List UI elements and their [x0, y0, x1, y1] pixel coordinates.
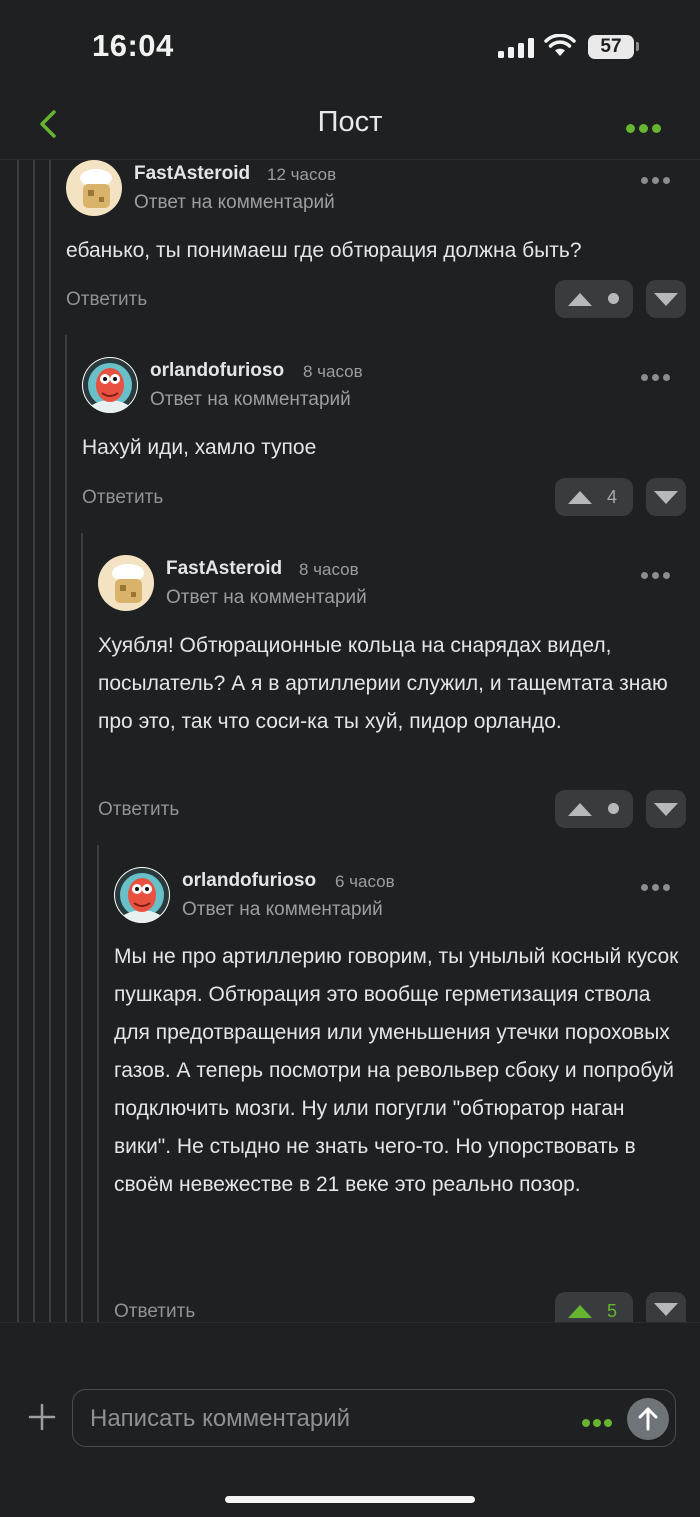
- cellular-signal-icon: [498, 38, 534, 58]
- attach-button[interactable]: [27, 1402, 57, 1437]
- downvote-button[interactable]: [646, 478, 686, 516]
- arrow-up-icon: [568, 803, 592, 816]
- avatar[interactable]: [98, 555, 154, 611]
- send-button[interactable]: [627, 1398, 669, 1440]
- page-title: Пост: [317, 106, 383, 138]
- score: 4: [607, 487, 618, 507]
- composer-more-icon[interactable]: [582, 1414, 615, 1432]
- comment-text: Нахуй иди, хамло тупое: [82, 436, 317, 459]
- composer-divider: [0, 1322, 700, 1323]
- thread-line: [97, 845, 99, 1322]
- comment-text: Хуябля! Обтюрационные кольца на снарядах…: [98, 634, 668, 733]
- comment-text: ебанько, ты понимаеш где обтюрация должн…: [66, 239, 582, 262]
- reply-button[interactable]: Ответить: [66, 289, 147, 311]
- username[interactable]: orlandofurioso: [150, 360, 284, 382]
- score-hidden-dot: [608, 803, 619, 814]
- header-divider: [0, 159, 700, 160]
- reply-to-link[interactable]: Ответ на комментарий: [150, 389, 351, 411]
- arrow-up-icon: [568, 491, 592, 504]
- plus-icon: [28, 1403, 56, 1431]
- reply-to-link[interactable]: Ответ на комментарий: [182, 899, 383, 921]
- thread-line: [49, 160, 51, 1322]
- reply-button[interactable]: Ответить: [114, 1301, 195, 1323]
- comment-input-placeholder: Написать комментарий: [90, 1405, 351, 1432]
- upvote-button[interactable]: 4: [555, 478, 633, 516]
- score-hidden-dot: [608, 293, 619, 304]
- avatar[interactable]: [82, 357, 138, 413]
- arrow-down-icon: [654, 293, 678, 306]
- downvote-button[interactable]: [646, 790, 686, 828]
- reply-button[interactable]: Ответить: [82, 487, 163, 509]
- comment-text: Мы не про артиллерию говорим, ты унылый …: [114, 945, 679, 1196]
- downvote-button[interactable]: [646, 1292, 686, 1322]
- reply-to-link[interactable]: Ответ на комментарий: [166, 587, 367, 609]
- reply-button[interactable]: Ответить: [98, 799, 179, 821]
- home-indicator: [225, 1496, 475, 1503]
- comment-time: 8 часов: [303, 362, 363, 381]
- arrow-up-icon: [568, 1305, 592, 1318]
- comment-more-icon[interactable]: [641, 878, 674, 896]
- arrow-down-icon: [654, 491, 678, 504]
- arrow-down-icon: [654, 1303, 678, 1316]
- comment-more-icon[interactable]: [641, 171, 674, 189]
- more-menu-icon[interactable]: [626, 120, 665, 138]
- downvote-button[interactable]: [646, 280, 686, 318]
- upvote-button[interactable]: 5: [555, 1292, 633, 1322]
- comment-more-icon[interactable]: [641, 566, 674, 584]
- username[interactable]: FastAsteroid: [166, 558, 282, 580]
- arrow-down-icon: [654, 803, 678, 816]
- comment-more-icon[interactable]: [641, 368, 674, 386]
- thread-line: [33, 160, 35, 1322]
- thread-line: [65, 335, 67, 1322]
- reply-to-link[interactable]: Ответ на комментарий: [134, 192, 335, 214]
- comment-time: 6 часов: [335, 872, 395, 891]
- username[interactable]: orlandofurioso: [182, 870, 316, 892]
- upvote-button[interactable]: [555, 280, 633, 318]
- comment-time: 12 часов: [267, 165, 337, 184]
- upvote-button[interactable]: [555, 790, 633, 828]
- wifi-icon: [544, 33, 576, 63]
- thread-line: [81, 533, 83, 1322]
- thread-line: [17, 160, 19, 1322]
- avatar[interactable]: [114, 867, 170, 923]
- avatar[interactable]: [66, 160, 122, 216]
- arrow-up-icon: [638, 1407, 658, 1431]
- battery-tip: [636, 42, 639, 51]
- username[interactable]: FastAsteroid: [134, 163, 250, 185]
- status-time: 16:04: [92, 28, 174, 63]
- comment-time: 8 часов: [299, 560, 359, 579]
- battery-icon: 57: [588, 35, 634, 59]
- arrow-up-icon: [568, 293, 592, 306]
- score: 5: [607, 1301, 618, 1321]
